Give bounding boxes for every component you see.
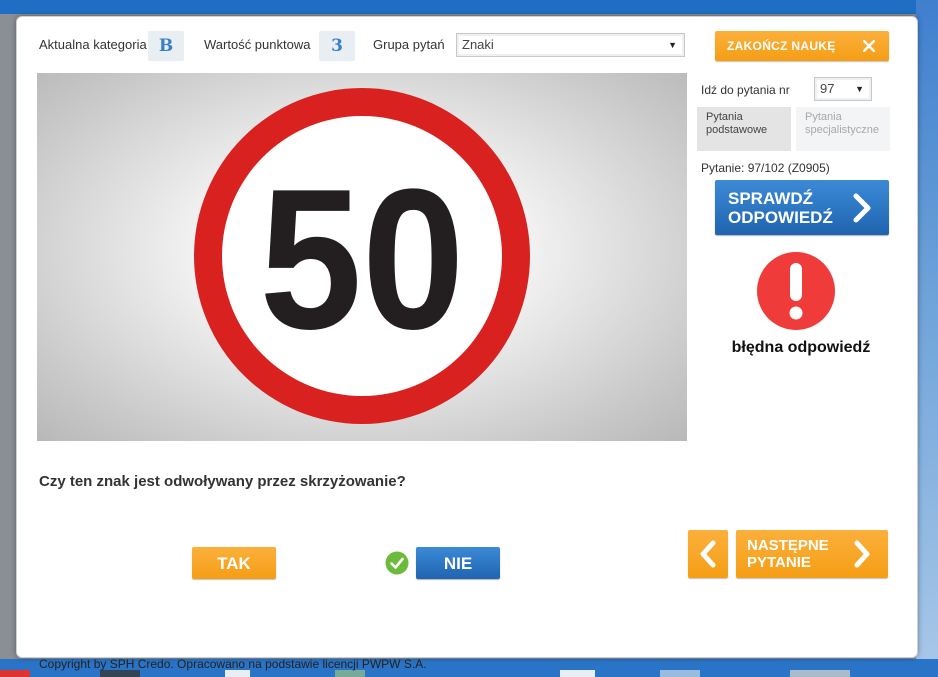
question-image: 50: [37, 73, 687, 441]
chevron-right-icon: [854, 540, 870, 568]
desktop-top-strip: [0, 0, 938, 14]
copyright-footer: Copyright by SPH Credo. Opracowano na po…: [39, 657, 427, 671]
tab-specialist-questions[interactable]: Pytania specjalistyczne: [796, 107, 890, 151]
question-text: Czy ten znak jest odwoływany przez skrzy…: [39, 473, 406, 490]
goto-label: Idź do pytania nr: [701, 83, 790, 97]
group-select-value: Znaki: [462, 37, 494, 52]
answer-yes-button[interactable]: TAK: [192, 547, 276, 579]
category-label: Aktualna kategoria: [39, 37, 147, 52]
checkmark-icon: [385, 551, 409, 575]
tab-specialist-label: Pytania specjalistyczne: [805, 111, 879, 136]
learning-dialog: Aktualna kategoria B Wartość punktowa 3 …: [16, 16, 918, 658]
result-text: błędna odpowiedź: [731, 339, 871, 356]
exclamation-icon: [757, 252, 835, 330]
question-counter: Pytanie: 97/102 (Z0905): [701, 161, 830, 175]
points-value: 3: [319, 31, 355, 61]
chevron-down-icon: ▼: [855, 84, 864, 94]
check-answer-button[interactable]: SPRAWDŹ ODPOWIEDŹ: [715, 180, 889, 235]
goto-select[interactable]: 97 ▼: [814, 77, 872, 101]
answer-no-button[interactable]: NIE: [416, 547, 500, 579]
chevron-down-icon: ▼: [668, 40, 677, 50]
chevron-right-icon: [853, 193, 871, 223]
tab-basic-questions[interactable]: Pytania podstawowe: [697, 107, 791, 151]
previous-question-button[interactable]: [688, 530, 728, 578]
tab-basic-label: Pytania podstawowe: [706, 111, 768, 136]
speed-limit-sign: 50: [194, 88, 530, 424]
group-select[interactable]: Znaki ▼: [456, 33, 685, 57]
desktop-right-strip: [916, 0, 938, 677]
category-value: B: [148, 31, 184, 61]
sign-number: 50: [260, 148, 465, 371]
finish-learning-button[interactable]: ZAKOŃCZ NAUKĘ: [715, 31, 889, 61]
check-answer-label: SPRAWDŹ ODPOWIEDŹ: [728, 189, 833, 227]
chevron-left-icon: [700, 540, 716, 568]
group-label: Grupa pytań: [373, 37, 445, 52]
points-label: Wartość punktowa: [204, 37, 311, 52]
next-question-button[interactable]: NASTĘPNE PYTANIE: [736, 530, 888, 578]
answer-no-label: NIE: [443, 554, 473, 573]
close-x-icon: [863, 40, 875, 52]
goto-select-value: 97: [820, 81, 835, 96]
answer-yes-label: TAK: [217, 554, 251, 573]
finish-learning-label: ZAKOŃCZ NAUKĘ: [727, 39, 836, 53]
next-question-label: NASTĘPNE PYTANIE: [747, 537, 829, 571]
